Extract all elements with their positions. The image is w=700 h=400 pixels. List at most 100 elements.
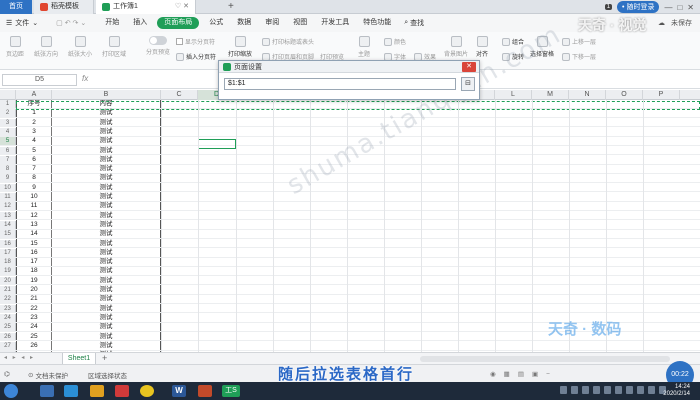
menu-item-formulas[interactable]: 公式 xyxy=(202,14,230,32)
row-header[interactable]: 4 xyxy=(0,127,16,136)
page-break-preview-button[interactable]: 分页预览 xyxy=(146,36,170,56)
insert-page-break-button[interactable]: 插入分页符 xyxy=(176,52,216,61)
chrome-icon[interactable] xyxy=(140,385,154,397)
cell-content[interactable]: 测试 xyxy=(52,249,160,257)
color-button[interactable]: 颜色 xyxy=(384,37,406,46)
cell-content[interactable]: 测试 xyxy=(52,323,160,331)
view-buttons[interactable]: ◉ ▦ ▤ ▣ − xyxy=(490,370,550,379)
taskbar-app-6[interactable] xyxy=(198,385,212,397)
row-header[interactable]: 7 xyxy=(0,155,16,164)
sheet-nav-arrows[interactable]: ◂ ▸ ◂ ▸ xyxy=(4,353,35,364)
row-header[interactable]: 16 xyxy=(0,239,16,248)
row-header[interactable]: 23 xyxy=(0,304,16,313)
cell-seq[interactable]: 4 xyxy=(17,137,51,145)
cell-seq[interactable]: 26 xyxy=(17,342,51,350)
cell-seq[interactable]: 20 xyxy=(17,286,51,294)
menu-item-insert[interactable]: 插入 xyxy=(126,14,154,32)
background-image-button[interactable]: 背景图片 xyxy=(444,36,468,58)
row-header[interactable]: 6 xyxy=(0,146,16,155)
word-icon[interactable]: W xyxy=(172,385,186,397)
login-button[interactable]: • 随时登录 xyxy=(617,1,660,13)
column-header-l[interactable]: L xyxy=(495,90,532,100)
row-header[interactable]: 12 xyxy=(0,202,16,211)
cell-seq[interactable]: 1 xyxy=(17,109,51,117)
menu-item-review[interactable]: 审阅 xyxy=(258,14,286,32)
minimize-button[interactable]: — xyxy=(664,3,672,12)
menu-item-home[interactable]: 开始 xyxy=(98,14,126,32)
row-header[interactable]: 11 xyxy=(0,193,16,201)
status-macro-icon[interactable]: ⌬ xyxy=(4,370,10,378)
row-header[interactable]: 2 xyxy=(0,109,16,118)
cell-seq[interactable]: 19 xyxy=(17,277,51,285)
taskbar-app-3[interactable] xyxy=(90,385,104,397)
notification-badge[interactable]: 1 xyxy=(604,4,613,10)
cell-seq[interactable]: 9 xyxy=(17,184,51,192)
row-header[interactable]: 26 xyxy=(0,332,16,341)
cell-content[interactable]: 测试 xyxy=(52,165,160,173)
dialog-close-button[interactable]: ✕ xyxy=(462,62,476,72)
row-header[interactable]: 3 xyxy=(0,118,16,127)
taskbar-app-2[interactable] xyxy=(64,385,78,397)
column-header-c[interactable]: C xyxy=(161,90,198,100)
cell-seq[interactable]: 3 xyxy=(17,128,51,136)
print-area-button[interactable]: 打印区域 xyxy=(102,36,126,58)
search-button[interactable]: ⌕ 查找 xyxy=(398,18,430,28)
show-page-break-checkbox[interactable]: 显示分页符 xyxy=(176,37,215,46)
row-header[interactable]: 22 xyxy=(0,295,16,304)
row-header[interactable]: 9 xyxy=(0,174,16,183)
wps-spreadsheet-taskbar-icon[interactable]: 工S xyxy=(222,385,240,397)
cell-content[interactable]: 测试 xyxy=(52,184,160,192)
quick-access-icons[interactable]: ▢ ↶ ↷ ⌄ xyxy=(44,19,98,27)
print-scale-button[interactable]: 打印缩放 xyxy=(228,36,252,58)
add-sheet-button[interactable]: + xyxy=(102,353,107,364)
column-header-o[interactable]: O xyxy=(606,90,643,100)
orientation-button[interactable]: 纸张方向 xyxy=(34,36,58,58)
cell-content[interactable]: 测试 xyxy=(52,258,160,266)
cell-content[interactable]: 测试 xyxy=(52,202,160,210)
menu-item-data[interactable]: 数据 xyxy=(230,14,258,32)
cell-seq[interactable]: 18 xyxy=(17,267,51,275)
column-header-p[interactable]: P xyxy=(643,90,680,100)
row-header[interactable]: 20 xyxy=(0,276,16,285)
cell-seq[interactable]: 2 xyxy=(17,119,51,127)
paper-size-button[interactable]: 纸张大小 xyxy=(68,36,92,58)
column-header-n[interactable]: N xyxy=(569,90,606,100)
cell-content[interactable]: 测试 xyxy=(52,305,160,313)
cell-content[interactable]: 测试 xyxy=(52,221,160,229)
close-tab-icon[interactable]: ♡ ✕ xyxy=(175,0,189,14)
row-header[interactable]: 14 xyxy=(0,220,16,229)
cell-seq[interactable]: 10 xyxy=(17,193,51,201)
row-header[interactable]: 1 xyxy=(0,100,16,108)
column-header-a[interactable]: A xyxy=(17,90,52,100)
cell-seq[interactable]: 17 xyxy=(17,258,51,266)
taskbar-app-4[interactable] xyxy=(115,385,129,397)
row-header[interactable]: 18 xyxy=(0,258,16,266)
page-break-toggle[interactable] xyxy=(149,36,167,45)
cell-content[interactable]: 测试 xyxy=(52,342,160,350)
cell-content[interactable]: 测试 xyxy=(52,212,160,220)
cell-content[interactable]: 测试 xyxy=(52,295,160,303)
menu-item-developer[interactable]: 开发工具 xyxy=(314,14,356,32)
row-header[interactable]: 15 xyxy=(0,230,16,238)
cell-content[interactable]: 测试 xyxy=(52,109,160,117)
cell-content[interactable]: 测试 xyxy=(52,147,160,155)
row-header[interactable]: 13 xyxy=(0,211,16,220)
theme-button[interactable]: 主题 xyxy=(358,36,370,58)
cell-seq[interactable]: 12 xyxy=(17,212,51,220)
new-tab-button[interactable]: + xyxy=(228,0,234,14)
cell-content[interactable]: 测试 xyxy=(52,333,160,341)
name-box[interactable]: D5 xyxy=(2,74,77,86)
print-titles-button[interactable]: 打印标题或表头 xyxy=(262,37,314,46)
system-clock[interactable]: 14:24 2020/2/14 xyxy=(663,384,690,398)
menu-item-special[interactable]: 特色功能 xyxy=(356,14,398,32)
row-header[interactable]: 24 xyxy=(0,313,16,322)
cell-seq[interactable]: 21 xyxy=(17,295,51,303)
row-header[interactable]: 5 xyxy=(0,137,16,145)
row-header[interactable]: 21 xyxy=(0,286,16,294)
menu-item-page-layout[interactable]: 页面布局 xyxy=(157,17,200,29)
column-header-b[interactable]: B xyxy=(52,90,161,100)
fx-icon[interactable]: fx xyxy=(82,74,88,83)
cell-seq[interactable]: 7 xyxy=(17,165,51,173)
maximize-button[interactable]: □ xyxy=(677,3,682,12)
tab-docer-templates[interactable]: 稻壳模板 xyxy=(34,0,94,14)
